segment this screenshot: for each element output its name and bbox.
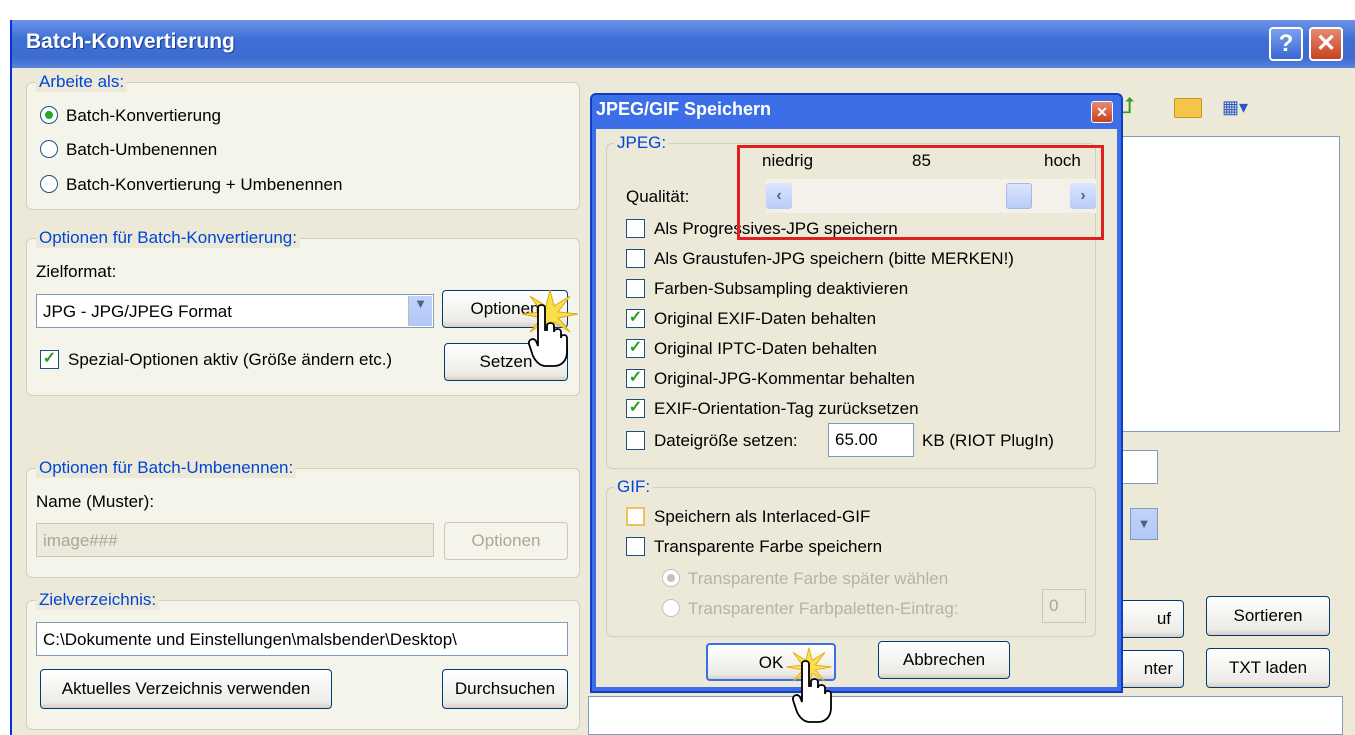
help-button[interactable]: ? [1269, 27, 1303, 61]
new-folder-icon[interactable] [1174, 98, 1202, 118]
gif-group-label: GIF: [614, 477, 654, 497]
grayscale-jpg-label[interactable]: Als Graustufen-JPG speichern (bitte MERK… [654, 249, 1014, 269]
name-pattern-input[interactable]: image### [36, 523, 434, 557]
target-format-select[interactable]: JPG - JPG/JPEG Format ▼ [36, 294, 434, 328]
transparent-color-label[interactable]: Transparente Farbe speichern [654, 537, 882, 557]
jpeg-group-label: JPEG: [614, 133, 670, 153]
interlaced-gif-label[interactable]: Speichern als Interlaced-GIF [654, 507, 870, 527]
radio-batch-conversion-rename[interactable] [40, 175, 58, 193]
choose-later-label[interactable]: Transparente Farbe später wählen [688, 569, 948, 589]
keep-jpg-comment-label[interactable]: Original-JPG-Kommentar behalten [654, 369, 915, 389]
use-current-directory-button[interactable]: Aktuelles Verzeichnis verwenden [40, 669, 332, 709]
target-format-label: Zielformat: [36, 262, 117, 281]
progressive-jpg-checkbox[interactable] [626, 219, 645, 238]
grayscale-jpg-checkbox[interactable] [626, 249, 645, 268]
keep-iptc-checkbox[interactable]: ✓ [626, 339, 645, 358]
radio-batch-rename[interactable] [40, 140, 58, 158]
special-options-checkbox[interactable]: ✓ [40, 350, 59, 369]
name-pattern-label: Name (Muster): [36, 492, 155, 511]
disable-subsampling-label[interactable]: Farben-Subsampling deaktivieren [654, 279, 908, 299]
keep-jpg-comment-checkbox[interactable]: ✓ [626, 369, 645, 388]
choose-later-radio[interactable] [662, 569, 680, 587]
keep-iptc-label[interactable]: Original IPTC-Daten behalten [654, 339, 877, 359]
file-list[interactable] [1122, 136, 1340, 432]
view-menu-icon[interactable]: ▦▾ [1222, 96, 1256, 118]
keep-exif-checkbox[interactable]: ✓ [626, 309, 645, 328]
batch-conversion-options-label: Optionen für Batch-Konvertierung: [36, 228, 300, 248]
filesize-input[interactable]: 65.00 [828, 423, 914, 457]
target-directory-group [26, 600, 580, 730]
window-title: Batch-Konvertierung [26, 30, 235, 53]
bottom-panel [588, 696, 1343, 735]
batch-rename-options-label: Optionen für Batch-Umbenennen: [36, 458, 297, 478]
sort-button[interactable]: Sortieren [1206, 596, 1330, 636]
work-as-label: Arbeite als: [36, 72, 128, 92]
radio-batch-conversion-label[interactable]: Batch-Konvertierung [66, 106, 221, 126]
interlaced-gif-checkbox[interactable] [626, 507, 645, 526]
reset-exif-orientation-label[interactable]: EXIF-Orientation-Tag zurücksetzen [654, 399, 919, 419]
quality-highlight-box [737, 145, 1104, 240]
right-input[interactable] [1122, 450, 1158, 484]
filesize-label[interactable]: Dateigröße setzen: [654, 431, 798, 451]
radio-batch-conversion-rename-label[interactable]: Batch-Konvertierung + Umbenennen [66, 175, 342, 195]
disable-subsampling-checkbox[interactable] [626, 279, 645, 298]
special-options-label[interactable]: Spezial-Optionen aktiv (Größe ändern etc… [68, 350, 392, 370]
keep-exif-label[interactable]: Original EXIF-Daten behalten [654, 309, 876, 329]
radio-batch-conversion[interactable] [40, 106, 58, 124]
dialog-close-button[interactable]: ✕ [1091, 101, 1113, 123]
radio-batch-rename-label[interactable]: Batch-Umbenennen [66, 140, 217, 160]
quality-label: Qualität: [626, 187, 690, 206]
title-bar[interactable]: Batch-Konvertierung ? ✕ [12, 20, 1355, 68]
filesize-checkbox[interactable] [626, 431, 645, 450]
right-combo-chevron-icon[interactable]: ▼ [1130, 508, 1158, 540]
dialog-title: JPEG/GIF Speichern [596, 99, 772, 119]
palette-entry-label[interactable]: Transparenter Farbpaletten-Eintrag: [688, 599, 959, 619]
hand-cursor-icon [528, 304, 568, 367]
chevron-down-icon[interactable]: ▼ [408, 296, 432, 326]
close-button[interactable]: ✕ [1309, 27, 1343, 61]
filesize-unit: KB (RIOT PlugIn) [922, 431, 1054, 450]
browse-button[interactable]: Durchsuchen [442, 669, 568, 709]
folder-up-icon[interactable]: ⮥ [1122, 95, 1144, 117]
target-directory-input[interactable]: C:\Dokumente und Einstellungen\malsbende… [36, 622, 568, 656]
palette-entry-input[interactable]: 0 [1042, 589, 1086, 623]
transparent-color-checkbox[interactable] [626, 537, 645, 556]
target-directory-label: Zielverzeichnis: [36, 590, 160, 610]
hand-cursor-icon [792, 660, 832, 723]
reset-exif-orientation-checkbox[interactable]: ✓ [626, 399, 645, 418]
rename-options-button[interactable]: Optionen [444, 522, 568, 560]
cancel-button[interactable]: Abbrechen [878, 641, 1010, 679]
palette-entry-radio[interactable] [662, 599, 680, 617]
target-format-value: JPG - JPG/JPEG Format [43, 302, 232, 321]
load-txt-button[interactable]: TXT laden [1206, 648, 1330, 688]
